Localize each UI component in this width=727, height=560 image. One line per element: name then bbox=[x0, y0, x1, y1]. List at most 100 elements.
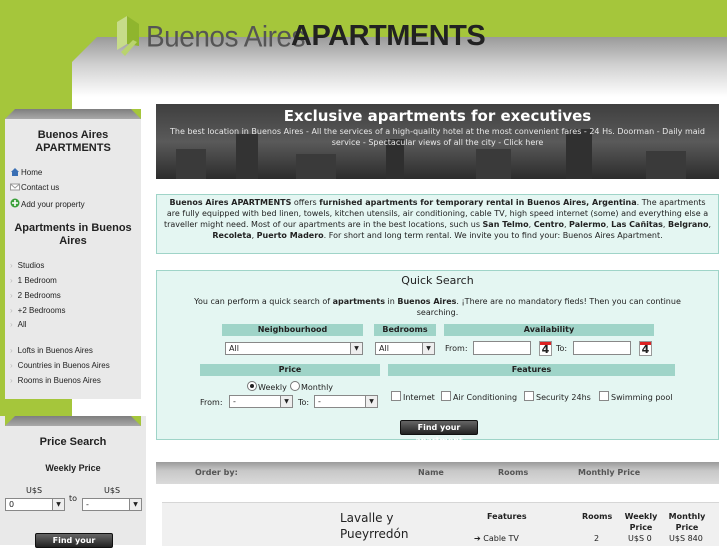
listing-name[interactable]: Lavalle y Pueyrredón bbox=[340, 510, 420, 542]
select-value: - bbox=[86, 500, 89, 509]
sidebar-item-label: 2 Bedrooms bbox=[17, 291, 61, 300]
sidebar-item-label: Rooms in Buenos Aires bbox=[17, 376, 101, 385]
sidebar-navigation: Buenos Aires APARTMENTS Home Contact us … bbox=[5, 109, 141, 399]
sidebar-item-lofts[interactable]: › Lofts in Buenos Aires bbox=[10, 346, 93, 355]
checkbox bbox=[391, 391, 401, 401]
feature-pool-checkbox[interactable]: Swimming pool bbox=[599, 391, 672, 402]
weekly-price-column-header: Weekly Price bbox=[624, 512, 658, 532]
order-by-label: Order by: bbox=[195, 468, 238, 477]
sort-by-monthly-price[interactable]: Monthly Price bbox=[578, 468, 640, 477]
feature-air-conditioning-checkbox[interactable]: Air Conditioning bbox=[441, 391, 517, 402]
sidebar-item-rooms[interactable]: › Rooms in Buenos Aires bbox=[10, 376, 101, 385]
skyline-building bbox=[296, 154, 336, 179]
feature-security-checkbox[interactable]: Security 24hs bbox=[524, 391, 591, 402]
sidebar-item-label: 1 Bedroom bbox=[17, 276, 57, 285]
checkbox bbox=[524, 391, 534, 401]
weekly-price-label: Weekly Price bbox=[45, 463, 101, 473]
calendar-icon[interactable]: 4 bbox=[639, 341, 652, 356]
intro-text: . For short and long term rental. We inv… bbox=[323, 231, 663, 240]
feature-internet-checkbox[interactable]: Internet bbox=[391, 391, 435, 402]
chevron-right-icon: › bbox=[10, 276, 13, 285]
price-from-select[interactable]: - ▼ bbox=[229, 395, 293, 408]
intro-text: , bbox=[708, 220, 712, 229]
sidebar-item-all[interactable]: › All bbox=[10, 320, 27, 329]
chevron-right-icon: › bbox=[10, 361, 13, 370]
price-search-title: Price Search bbox=[39, 436, 107, 448]
checkbox-label: Security 24hs bbox=[536, 393, 591, 402]
sidebar-item-studios[interactable]: › Studios bbox=[10, 261, 44, 270]
neighbourhood-select[interactable]: All ▼ bbox=[225, 342, 363, 355]
intro-highlight: furnished apartments for temporary renta… bbox=[319, 198, 637, 207]
checkbox bbox=[441, 391, 451, 401]
neighbourhood-las-canitas: Las Cañitas bbox=[611, 220, 663, 229]
price-from-select[interactable]: 0 ▼ bbox=[5, 498, 65, 511]
radio-label: Monthly bbox=[301, 383, 334, 392]
sidebar-item-more-bedrooms[interactable]: › +2 Bedrooms bbox=[10, 306, 65, 315]
checkbox-label: Air Conditioning bbox=[453, 393, 518, 402]
neighbourhood-centro: Centro bbox=[533, 220, 564, 229]
sidebar-link-contact[interactable]: Contact us bbox=[10, 183, 59, 192]
desc-text: . ¡There are no mandatory fieds! Then yo… bbox=[416, 297, 681, 317]
rooms-column-header: Rooms bbox=[582, 512, 613, 521]
plus-icon bbox=[10, 198, 20, 208]
sort-by-rooms[interactable]: Rooms bbox=[498, 468, 528, 477]
hero-banner[interactable]: Exclusive apartments for executives The … bbox=[156, 104, 719, 179]
features-column-header: Features bbox=[487, 512, 527, 521]
chevron-down-icon: ▼ bbox=[422, 343, 434, 354]
chevron-down-icon: ▼ bbox=[52, 499, 64, 510]
sidebar-link-home[interactable]: Home bbox=[10, 168, 42, 177]
price-to-select[interactable]: - ▼ bbox=[82, 498, 142, 511]
desc-text: You can perform a quick search of bbox=[194, 297, 333, 306]
weekly-price-value: U$S 0 bbox=[628, 534, 652, 543]
order-bar: Order by: Name Rooms Monthly Price bbox=[156, 462, 719, 484]
features-header: Features bbox=[388, 364, 675, 376]
bedrooms-select[interactable]: All ▼ bbox=[375, 342, 435, 355]
quick-search-title: Quick Search bbox=[401, 274, 474, 287]
currency-label-from: U$S bbox=[26, 486, 43, 495]
sidebar-link-label: Add your property bbox=[21, 200, 85, 209]
chevron-right-icon: › bbox=[10, 346, 13, 355]
availability-to-input[interactable] bbox=[573, 341, 631, 355]
find-apartment-button[interactable]: Find your apartment bbox=[400, 420, 478, 445]
chevron-right-icon: › bbox=[10, 291, 13, 300]
chevron-down-icon: ▼ bbox=[350, 343, 362, 354]
price-to-label: To: bbox=[298, 398, 310, 407]
monthly-radio[interactable]: Monthly bbox=[290, 381, 333, 392]
sidebar-item-2-bedrooms[interactable]: › 2 Bedrooms bbox=[10, 291, 61, 300]
hero-title: Exclusive apartments for executives bbox=[283, 107, 592, 125]
logo-text-city: Buenos Aires bbox=[146, 20, 306, 53]
chevron-down-icon: ▼ bbox=[365, 396, 377, 407]
neighbourhood-puerto-madero: Puerto Madero bbox=[256, 231, 324, 240]
rooms-value: 2 bbox=[594, 534, 600, 543]
checkbox bbox=[599, 391, 609, 401]
sidebar-item-label: Studios bbox=[17, 261, 45, 270]
calendar-icon[interactable]: 4 bbox=[539, 341, 552, 356]
sidebar-link-add-property[interactable]: Add your property bbox=[10, 198, 85, 209]
chevron-down-icon: ▼ bbox=[129, 499, 141, 510]
radio-label: Weekly bbox=[258, 383, 287, 392]
desc-bold: apartments bbox=[332, 297, 385, 306]
calendar-day: 4 bbox=[641, 343, 650, 356]
sidebar-cap bbox=[5, 109, 141, 119]
find-apartment-button-sidebar[interactable]: Find your apartment bbox=[35, 533, 113, 558]
skyline-building bbox=[646, 151, 686, 179]
intro-text: offers bbox=[291, 198, 320, 207]
intro-brand: Buenos Aires APARTMENTS bbox=[169, 198, 292, 207]
skyline-building bbox=[176, 149, 206, 179]
neighbourhood-header: Neighbourhood bbox=[222, 324, 363, 336]
neighbourhood-palermo: Palermo bbox=[569, 220, 607, 229]
apartments-section-title: Apartments in Buenos Aires bbox=[14, 222, 132, 247]
sidebar-item-1-bedroom[interactable]: › 1 Bedroom bbox=[10, 276, 57, 285]
sidebar-item-countries[interactable]: › Countries in Buenos Aires bbox=[10, 361, 110, 370]
monthly-price-column-header: Monthly Price bbox=[668, 512, 706, 532]
sidebar-title: Buenos Aires APARTMENTS bbox=[35, 129, 111, 154]
arrow-right-icon: ➔ bbox=[474, 534, 481, 543]
sort-by-name[interactable]: Name bbox=[418, 468, 444, 477]
weekly-radio[interactable]: Weekly bbox=[247, 381, 287, 392]
price-to-select[interactable]: - ▼ bbox=[314, 395, 378, 408]
sidebar-cap bbox=[5, 416, 141, 426]
sidebar-link-label: Home bbox=[21, 168, 43, 177]
availability-from-input[interactable] bbox=[473, 341, 531, 355]
desc-text: in bbox=[384, 297, 398, 306]
apartment-listing[interactable]: Lavalle y Pueyrredón Features Rooms Week… bbox=[162, 502, 719, 546]
